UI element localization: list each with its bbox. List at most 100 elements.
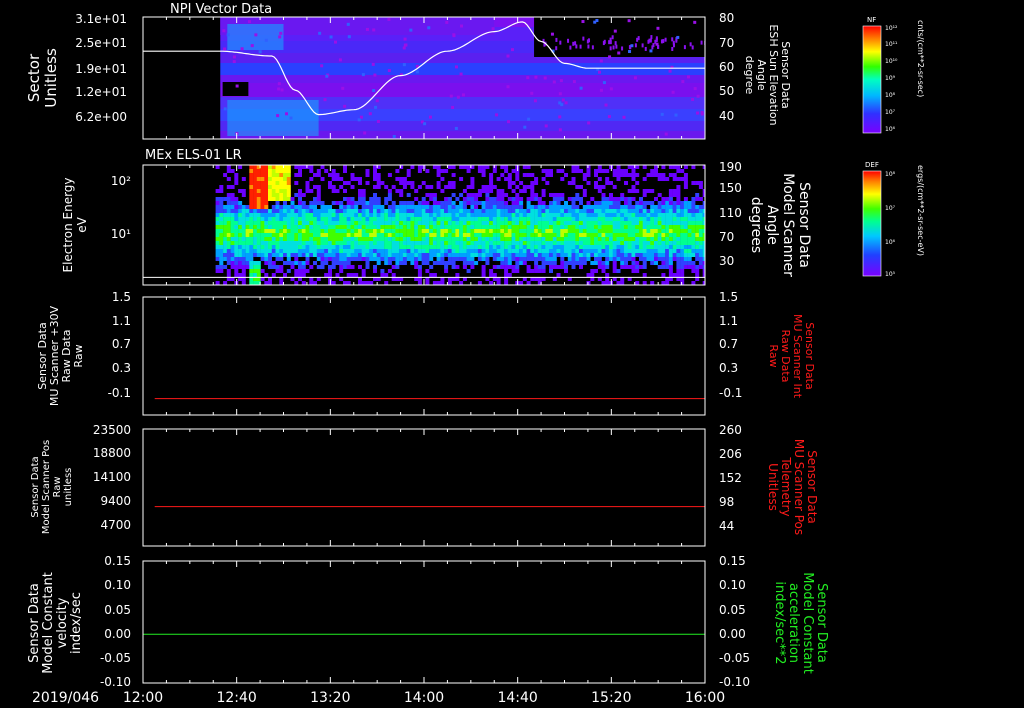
spectrogram-cell [432,253,437,257]
spectrogram-cell [425,193,430,197]
spectrogram-cell [365,173,370,177]
spectrogram-cell [399,233,404,237]
spectrogram-cell [496,281,501,285]
spectrogram-cell [268,185,272,189]
colorbar-tick: 10⁷ [885,109,896,116]
spectrogram-cell [601,193,606,197]
spectrogram-cell [495,113,499,117]
spectrogram-cell [500,221,505,225]
spectrogram-cell [444,237,449,241]
spectrogram-cell [406,217,411,221]
spectrogram-cell [455,229,460,233]
spectrogram-cell [335,201,340,205]
spectrogram-cell [436,221,441,225]
spectrogram-cell [358,281,362,285]
spectrogram-cell [451,209,456,213]
spectrogram-cell [298,217,302,221]
spectrogram-cell [234,237,239,241]
spectrogram-cell [646,173,651,177]
spectrogram-cell [245,245,250,249]
spectrogram-cell [346,217,351,221]
spectrogram-cell [526,225,531,229]
spectrogram-cell [323,98,327,102]
spectrogram-cell [440,209,445,213]
spectrogram-cell [309,225,314,229]
spectrogram-cell [387,225,392,229]
spectrogram-cell [425,269,430,273]
spectrogram-cell [601,217,606,221]
spectrogram-cell [215,245,220,249]
spectrogram-cell [318,31,322,35]
spectrogram-cell [253,193,258,197]
spectrogram-cell [316,249,321,253]
spectrogram-cell [500,245,505,249]
spectrogram-cell [655,38,658,43]
spectrogram-cell [341,86,345,90]
spectrogram-cell [294,261,299,265]
spectrogram-cell [346,229,351,233]
spectrogram-cell [474,209,479,213]
y2-tick-label: 110 [719,206,742,220]
spectrogram-cell [474,253,479,257]
spectrogram-cell [238,225,243,229]
spectrogram-cell [331,221,336,225]
spectrogram-cell [612,225,617,229]
spectrogram-cell [609,249,613,253]
spectrogram-cell [624,265,628,269]
spectrogram-cell [331,249,336,253]
spectrogram-cell [226,241,231,245]
spectrogram-cell [219,221,224,225]
spectrogram-cell [477,189,482,193]
spectrogram-cell [444,205,449,209]
spectrogram-cell [429,221,434,225]
spectrogram-cell [691,229,696,233]
spectrogram-cell [253,229,258,233]
spectrogram-cell [496,245,501,249]
spectrogram-cell [489,217,494,221]
spectrogram-cell [676,229,681,233]
spectrogram-cell [309,205,314,209]
spectrogram-cell [361,201,366,205]
spectrogram-cell [683,221,688,225]
spectrogram-cell [271,249,276,253]
spectrogram-cell [507,245,512,249]
spectrogram-cell [665,257,670,261]
spectrogram-cell [672,205,677,209]
spectrogram-cell [410,221,415,225]
right-axis: 0.15 0.10 0.05 0.00 -0.05 -0.10 Sensor D… [719,554,829,689]
spectrogram-cell [683,237,688,241]
spectrogram-cell [328,181,332,185]
spectrogram-cell [591,45,594,50]
spectrogram-cell [534,217,539,221]
spectrogram-cell [541,209,546,213]
spectrogram-cell [597,213,602,217]
spectrogram-cell [436,237,441,241]
spectrogram-cell [620,261,625,265]
spectrogram-cell [425,213,430,217]
spectrogram-cell [373,177,377,181]
spectrogram-cell [294,225,299,229]
spectrogram-cell [298,241,302,245]
panel-model-constant: 0.15 0.10 0.05 0.00 -0.05 -0.10 Sensor D… [27,554,829,689]
spectrogram-cell [545,253,550,257]
spectrogram-cell [635,173,640,177]
spectrogram-cell [597,221,602,225]
spectrogram-cell [365,253,370,257]
spectrogram-cell [541,233,546,237]
spectrogram-cell [665,221,670,225]
spectrogram-cell [238,261,243,265]
spectrogram-cell [391,213,396,217]
spectrogram-cell [586,173,591,177]
spectrogram-cell [455,209,460,213]
spectrogram-cell [549,217,553,221]
spectrogram-cell [500,253,505,257]
spectrogram-cell [676,245,681,249]
spectrogram-cell [560,205,565,209]
spectrogram-cell [683,245,688,249]
spectrogram-cell [294,229,299,233]
spectrogram-cell [365,209,370,213]
spectrogram-cell [256,261,261,265]
spectrogram-cell [331,189,336,193]
spectrogram-cell [268,261,272,265]
spectrogram-cell [421,237,426,241]
